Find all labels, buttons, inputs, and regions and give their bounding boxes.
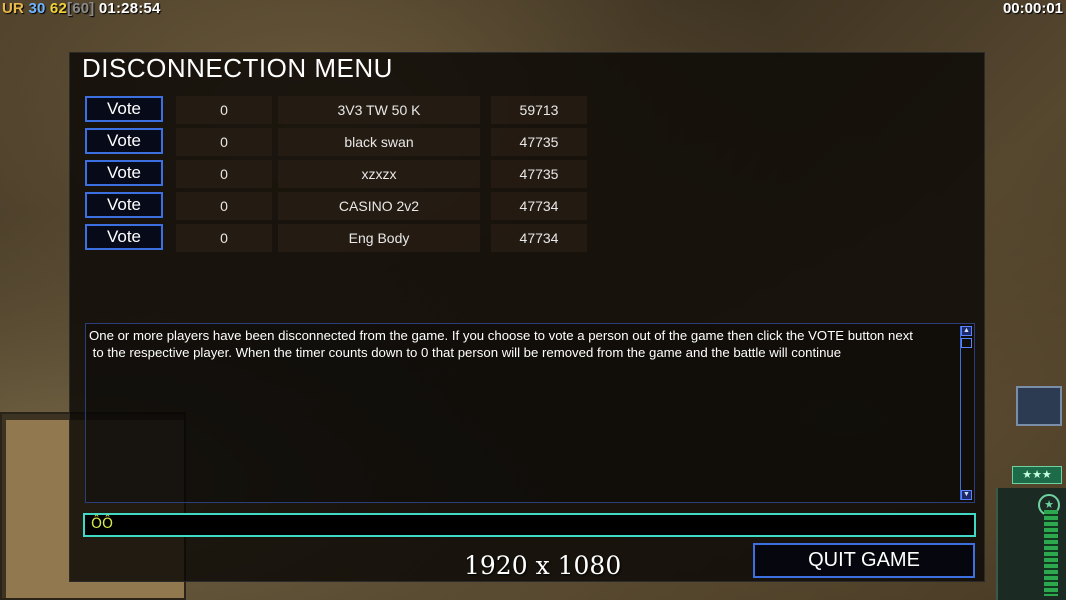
player-name: 3V3 TW 50 K [278, 96, 480, 124]
scroll-up-icon[interactable]: ▲ [961, 326, 972, 336]
player-name: xzxzx [278, 160, 480, 188]
vote-button[interactable]: Vote [85, 128, 163, 154]
message-line-1: One or more players have been disconnect… [89, 328, 913, 343]
vote-button[interactable]: Vote [85, 160, 163, 186]
player-name: Eng Body [278, 224, 480, 252]
vote-button[interactable]: Vote [85, 192, 163, 218]
player-ping: 47735 [491, 128, 587, 156]
hud-value-60: [60] [67, 0, 95, 17]
disconnect-message: One or more players have been disconnect… [89, 327, 959, 361]
hud-value-62: 62 [49, 0, 68, 17]
scroll-down-icon[interactable]: ▼ [961, 490, 972, 500]
vote-count: 0 [176, 160, 272, 188]
countdown-timer: 00:00:01 [1002, 0, 1063, 17]
dialog-title: DISCONNECTION MENU [82, 53, 393, 83]
player-name: CASINO 2v2 [278, 192, 480, 220]
chat-input[interactable]: ÔÔ [83, 513, 976, 537]
vote-count: 0 [176, 192, 272, 220]
player-name: black swan [278, 128, 480, 156]
power-bar [1044, 510, 1058, 596]
vote-count: 0 [176, 128, 272, 156]
vote-count: 0 [176, 96, 272, 124]
message-line-2: to the respective player. When the timer… [89, 345, 842, 360]
vote-count: 0 [176, 224, 272, 252]
quit-game-button[interactable]: QUIT GAME [753, 543, 975, 578]
satellite-icon[interactable] [1016, 386, 1062, 426]
ur-label: UR [2, 0, 25, 17]
top-hud-stats: UR 30 62[60] 01:28:54 [2, 0, 161, 17]
message-box: One or more players have been disconnect… [85, 323, 975, 503]
player-ping: 47735 [491, 160, 587, 188]
player-ping: 59713 [491, 96, 587, 124]
rank-stars: ★★★ [1012, 466, 1062, 484]
player-ping: 47734 [491, 192, 587, 220]
disconnection-dialog: DISCONNECTION MENU Vote 0 3V3 TW 50 K 59… [69, 52, 985, 582]
resolution-overlay: 1920 x 1080 [464, 551, 622, 580]
game-clock: 01:28:54 [98, 0, 161, 17]
hud-value-30: 30 [28, 0, 46, 17]
player-ping: 47734 [491, 224, 587, 252]
message-scrollbar[interactable]: ▲ ▼ [960, 326, 972, 500]
vote-button[interactable]: Vote [85, 224, 163, 250]
scroll-thumb[interactable] [961, 338, 972, 348]
vote-button[interactable]: Vote [85, 96, 163, 122]
